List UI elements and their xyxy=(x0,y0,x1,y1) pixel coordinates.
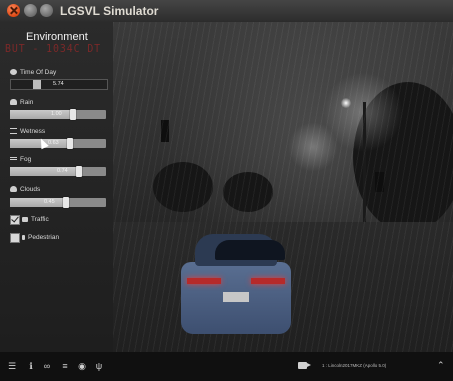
taillight-right xyxy=(251,278,285,284)
clouds-slider[interactable]: 0.45 xyxy=(10,197,106,208)
clouds-slider-fill xyxy=(10,198,66,207)
info-icon[interactable]: ℹ xyxy=(26,361,36,371)
clock-icon xyxy=(10,69,17,76)
check-mark-icon xyxy=(11,214,19,223)
overlay-ghost-text: BUT - 1034C DT xyxy=(5,42,102,55)
simulation-viewport[interactable] xyxy=(113,22,453,352)
wetness-label: Wetness xyxy=(10,128,45,135)
maximize-window-button[interactable] xyxy=(40,4,53,17)
wetness-icon xyxy=(10,128,17,135)
rain-slider-knob[interactable] xyxy=(70,109,76,120)
fog-slider[interactable]: 0.74 xyxy=(10,166,106,177)
eye-icon[interactable]: ◉ xyxy=(77,361,87,371)
rain-slider[interactable]: 1.00 xyxy=(10,109,106,120)
license-plate xyxy=(223,292,249,302)
car-rear-window xyxy=(215,240,285,260)
window-title: LGSVL Simulator xyxy=(60,4,159,18)
title-bar: LGSVL Simulator xyxy=(0,0,453,23)
clouds-slider-value: 0.45 xyxy=(44,199,55,205)
wetness-slider-value: 0.63 xyxy=(48,140,59,146)
car-roof xyxy=(195,234,285,266)
fog-slider-value: 0.74 xyxy=(57,168,68,174)
pedestrian-checkbox[interactable] xyxy=(10,233,20,243)
pedestrian-icon xyxy=(22,234,25,240)
settings-icon[interactable]: ≡ xyxy=(60,361,70,371)
fog-slider-knob[interactable] xyxy=(76,166,82,177)
rain-icon xyxy=(10,99,17,106)
environment-panel: Environment BUT - 1034C DT Time Of Day 5… xyxy=(0,22,113,352)
time-of-day-field[interactable]: 5.74 xyxy=(10,79,108,90)
rain-label: Rain xyxy=(10,99,33,106)
traffic-checkbox[interactable] xyxy=(10,214,20,225)
wetness-slider[interactable]: 0.63 xyxy=(10,138,106,149)
rain-slider-fill xyxy=(10,110,73,119)
clouds-label: Clouds xyxy=(10,186,40,193)
vehicle-status: 1 : Lincoln2017MKZ (Apollo 5.0) xyxy=(322,363,387,368)
taillight-left xyxy=(187,278,221,284)
time-of-day-knob[interactable] xyxy=(33,80,41,89)
close-window-button[interactable] xyxy=(7,4,20,17)
rain-slider-value: 1.00 xyxy=(51,111,62,117)
traffic-label: Traffic xyxy=(22,216,49,223)
fog-label: Fog xyxy=(10,156,31,163)
chevron-up-icon[interactable]: ⌃ xyxy=(437,360,445,371)
camera-icon[interactable] xyxy=(298,362,311,369)
time-of-day-value: 5.74 xyxy=(53,81,64,87)
ego-vehicle xyxy=(181,234,291,344)
plug-icon[interactable]: ψ xyxy=(94,361,104,371)
wetness-slider-knob[interactable] xyxy=(67,138,73,149)
fog-icon xyxy=(10,157,17,162)
link-icon[interactable]: ∞ xyxy=(42,361,52,371)
minimize-window-button[interactable] xyxy=(24,4,37,17)
cloud-icon xyxy=(10,186,17,193)
fog-slider-fill xyxy=(10,167,79,176)
bottom-toolbar: ☰ ℹ ∞ ≡ ◉ ψ 1 : Lincoln2017MKZ (Apollo 5… xyxy=(0,352,453,381)
car-icon xyxy=(22,216,28,222)
time-of-day-label: Time Of Day xyxy=(10,69,56,76)
menu-icon[interactable]: ☰ xyxy=(7,361,17,371)
clouds-slider-knob[interactable] xyxy=(63,197,69,208)
pedestrian-label: Pedestrian xyxy=(22,234,59,241)
